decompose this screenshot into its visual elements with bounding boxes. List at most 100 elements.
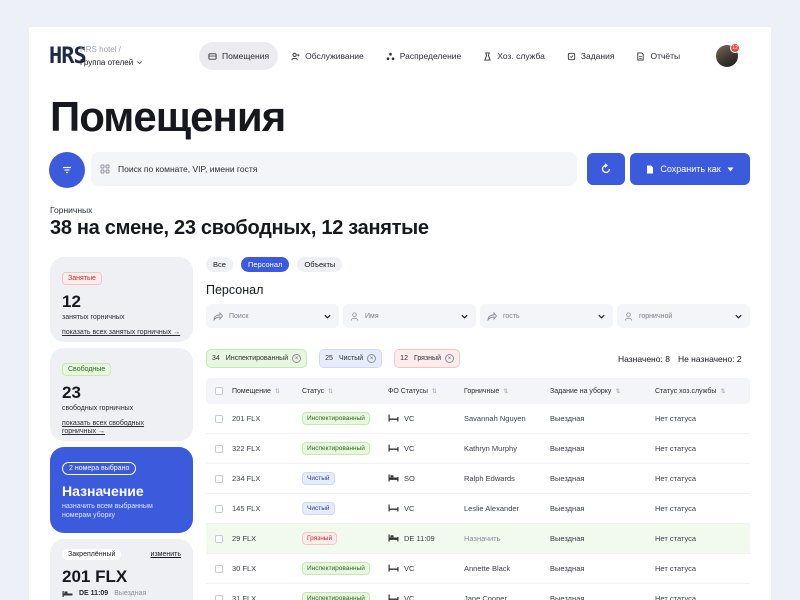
- chip-label: Инспектированный: [225, 355, 289, 362]
- pinned-task: Выездная: [114, 590, 147, 597]
- unassigned-count: Не назначено: 2: [677, 354, 742, 364]
- hk-status-cell: Нет статуса: [655, 534, 697, 543]
- close-icon[interactable]: ×: [292, 354, 302, 363]
- segment-objects[interactable]: Объекты: [297, 257, 343, 272]
- chevron-down-icon: [598, 314, 605, 319]
- notification-badge[interactable]: 12: [730, 43, 740, 53]
- chip-inspected[interactable]: 34 Инспектированный ×: [206, 349, 308, 368]
- nav-item-reports[interactable]: Отчёты: [627, 42, 689, 70]
- hk-status-cell: Нет статуса: [655, 474, 697, 483]
- nav-item-service[interactable]: Обслуживание: [282, 42, 373, 70]
- room-cell: 31 FLX: [232, 594, 257, 600]
- fo-status-text: DE 11:09: [404, 534, 435, 543]
- pinned-fo-status: DE 11:09: [79, 590, 109, 597]
- filter-label: Поиск: [229, 312, 249, 320]
- filter-guest-dropdown[interactable]: гость: [480, 304, 613, 328]
- person-icon: [350, 311, 359, 321]
- maid-cell[interactable]: Назначить: [464, 534, 550, 543]
- column-header-room[interactable]: Помещение ⇅: [232, 388, 302, 395]
- close-icon[interactable]: ×: [367, 354, 377, 363]
- change-pinned-link[interactable]: изменить: [151, 551, 181, 558]
- busy-caption: занятых горничных: [62, 314, 125, 321]
- column-header-task[interactable]: Задание на уборку ⇅: [550, 388, 655, 395]
- search-bar: [91, 152, 577, 186]
- maid-cell[interactable]: Kathryn Murphy: [464, 444, 550, 453]
- column-header-hk-status[interactable]: Статус хоз.службы ⇅: [655, 388, 750, 395]
- segment-staff[interactable]: Персонал: [240, 257, 290, 272]
- bed-empty-icon: [388, 504, 399, 514]
- sort-icon: ⇅: [328, 388, 334, 395]
- caret-down-icon: [727, 167, 734, 171]
- maid-cell[interactable]: Jane Cooper: [464, 594, 550, 600]
- nav-label: Помещения: [222, 51, 270, 61]
- nav-item-tasks[interactable]: Задания: [558, 42, 624, 70]
- chip-clean[interactable]: 25 Чистый ×: [319, 349, 383, 368]
- maids-label: Горничных: [50, 205, 93, 215]
- status-cell: Инспектированный: [302, 592, 388, 600]
- nav-item-housekeeping[interactable]: Хоз. служба: [474, 42, 554, 70]
- filter-button[interactable]: [49, 152, 85, 188]
- room-cell: 234 FLX: [232, 474, 261, 483]
- chip-label: Чистый: [338, 355, 364, 362]
- show-free-link[interactable]: показать всех свободных горничных →: [62, 420, 181, 436]
- table-row[interactable]: 201 FLX Инспектированный VC Savannah Nguyen…: [206, 404, 750, 434]
- column-header-fo[interactable]: ФО Статусы ⇅: [388, 388, 464, 395]
- nav-tabs: Помещения Обслуживание Распределение Хоз…: [199, 42, 689, 70]
- segment-all[interactable]: Все: [206, 257, 233, 272]
- column-header-maids[interactable]: Горничные ⇅: [464, 388, 550, 395]
- nav-item-distribution[interactable]: Распределение: [377, 42, 471, 70]
- show-busy-link[interactable]: показать всех занятых горничных →: [62, 329, 181, 337]
- fo-status-cell: VC: [388, 564, 464, 574]
- chip-dirty[interactable]: 12 Грязный ×: [394, 349, 460, 368]
- table-row[interactable]: 30 FLX Инспектированный VC Annette Black Вые…: [206, 554, 750, 584]
- select-all-checkbox[interactable]: [215, 387, 223, 395]
- row-checkbox[interactable]: [215, 504, 223, 513]
- refresh-button[interactable]: [587, 153, 625, 185]
- hotel-name: HRS hotel /: [80, 45, 121, 54]
- status-badge: Инспектированный: [302, 442, 370, 455]
- fo-status-text: VC: [404, 504, 415, 513]
- busy-maids-card[interactable]: Занятые 12 занятых горничных показать вс…: [50, 257, 193, 342]
- maid-cell[interactable]: Savannah Nguyen: [464, 414, 550, 423]
- table-row[interactable]: 234 FLX Чистый SO Ralph Edwards Выездная Нет …: [206, 464, 750, 494]
- search-input[interactable]: [118, 164, 538, 174]
- free-maids-card[interactable]: Свободные 23 свободных горничных показат…: [50, 348, 193, 441]
- chip-label: Грязный: [413, 355, 441, 362]
- table-row[interactable]: 29 FLX Грязный DE 11:09 Назначить Выездная Не…: [206, 524, 750, 554]
- table-row[interactable]: 31 FLX Инспектированный VC Jane Cooper Выезд…: [206, 584, 750, 600]
- filter-search-dropdown[interactable]: Поиск: [206, 304, 339, 328]
- hotel-group-selector[interactable]: Группа отелей: [80, 58, 143, 67]
- nav-label: Задания: [580, 51, 615, 61]
- status-chips: 34 Инспектированный × 25 Чистый × 12 Гря…: [206, 349, 460, 368]
- status-badge: Инспектированный: [302, 562, 370, 575]
- save-as-button[interactable]: Сохранить как: [630, 153, 750, 185]
- app-window: HRS HRS hotel / Группа отелей Помещения …: [29, 27, 771, 600]
- chevron-down-icon: [735, 314, 742, 319]
- close-icon[interactable]: ×: [445, 354, 454, 363]
- nav-item-rooms[interactable]: Помещения: [199, 42, 279, 70]
- person-icon: [624, 311, 633, 321]
- row-checkbox[interactable]: [215, 594, 223, 600]
- chevron-down-icon: [461, 314, 468, 319]
- maid-cell[interactable]: Leslie Alexander: [464, 504, 550, 513]
- table-row[interactable]: 322 FLX Инспектированный VC Kathryn Murphy В…: [206, 434, 750, 464]
- column-header-status[interactable]: Статус ⇅: [302, 388, 388, 395]
- filter-maid-dropdown[interactable]: горничной: [617, 304, 750, 328]
- assign-title: Назначение: [62, 483, 144, 499]
- row-checkbox[interactable]: [215, 444, 223, 453]
- share-arrow-icon: [487, 311, 497, 321]
- save-as-label: Сохранить как: [660, 164, 721, 174]
- status-badge: Инспектированный: [302, 592, 370, 600]
- refresh-icon: [601, 163, 611, 174]
- maid-cell[interactable]: Annette Black: [464, 564, 550, 573]
- assign-card[interactable]: 2 номера выбрано Назначение назначить вс…: [50, 447, 193, 533]
- grid-icon: [100, 164, 110, 174]
- row-checkbox[interactable]: [215, 474, 223, 483]
- maid-cell[interactable]: Ralph Edwards: [464, 474, 550, 483]
- row-checkbox[interactable]: [215, 534, 223, 543]
- row-checkbox[interactable]: [215, 564, 223, 573]
- staff-filters: Поиск Имя гость горничной: [206, 304, 750, 328]
- filter-name-dropdown[interactable]: Имя: [343, 304, 476, 328]
- row-checkbox[interactable]: [215, 414, 223, 423]
- table-row[interactable]: 145 FLX Чистый VC Leslie Alexander Выездная Н…: [206, 494, 750, 524]
